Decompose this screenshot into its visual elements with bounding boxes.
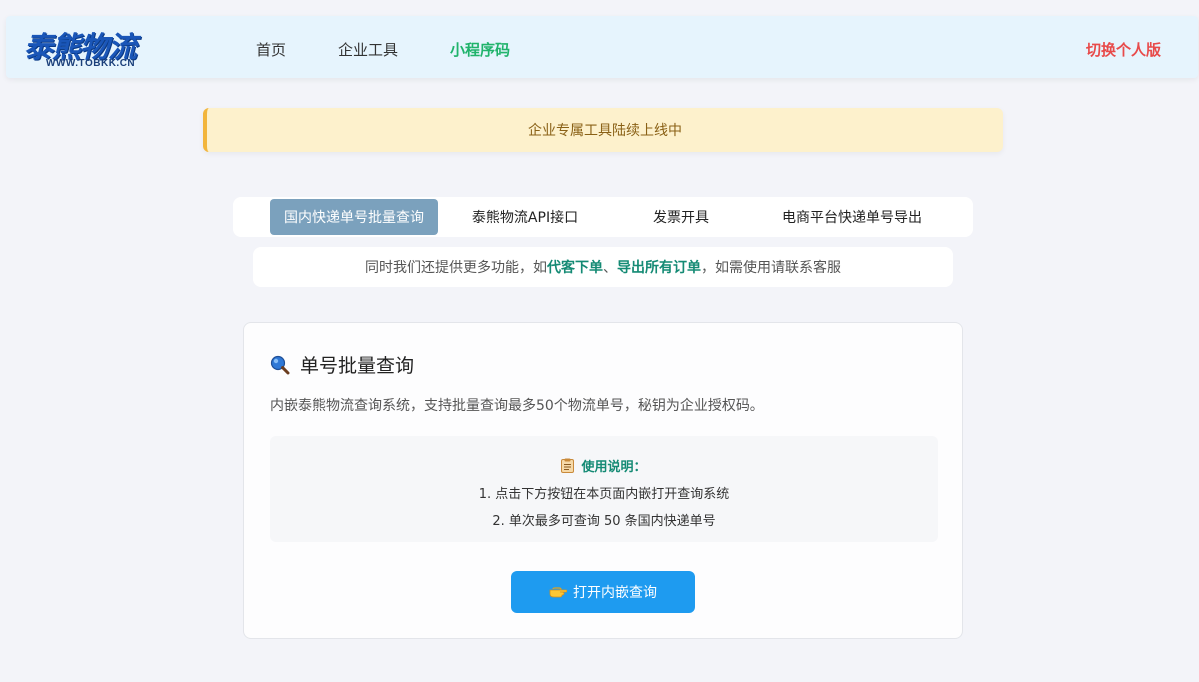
tab-ecommerce-export[interactable]: 电商平台快递单号导出 xyxy=(763,199,941,235)
open-embedded-query-label: 打开内嵌查询 xyxy=(573,585,657,601)
tab-bar: 国内快递单号批量查询 泰熊物流API接口 发票开具 电商平台快递单号导出 xyxy=(233,197,973,237)
info-suffix: ，如需使用请联系客服 xyxy=(701,260,841,276)
notice-banner: 企业专属工具陆续上线中 xyxy=(203,108,1003,152)
info-highlight-proxy-order: 代客下单 xyxy=(547,260,603,276)
tab-invoice[interactable]: 发票开具 xyxy=(626,199,736,235)
instruction-line-2: 2. 单次最多可查询 50 条国内快递单号 xyxy=(492,514,716,529)
instructions-title-text: 使用说明： xyxy=(581,460,647,475)
nav-item-home[interactable]: 首页 xyxy=(256,39,286,60)
card-title-text: 单号批量查询 xyxy=(300,355,415,377)
top-header: 泰熊物流 WWW.TOBKK.CN 首页 企业工具 小程序码 切换个人版 xyxy=(6,16,1198,78)
card-description: 内嵌泰熊物流查询系统，支持批量查询最多50个物流单号，秘钥为企业授权码。 xyxy=(270,398,764,414)
pointing-hand-icon xyxy=(549,584,568,600)
info-separator: 、 xyxy=(603,260,617,276)
nav-item-mini-program-code[interactable]: 小程序码 xyxy=(450,39,510,60)
nav-item-enterprise-tools[interactable]: 企业工具 xyxy=(338,39,398,60)
tab-batch-query[interactable]: 国内快递单号批量查询 xyxy=(270,199,438,235)
switch-personal-version-link[interactable]: 切换个人版 xyxy=(1086,39,1161,60)
instruction-line-1: 1. 点击下方按钮在本页面内嵌打开查询系统 xyxy=(478,487,730,502)
instructions-box: 使用说明： 1. 点击下方按钮在本页面内嵌打开查询系统 2. 单次最多可查询 5… xyxy=(270,436,938,542)
logo[interactable]: 泰熊物流 WWW.TOBKK.CN xyxy=(24,24,174,72)
clipboard-icon xyxy=(561,458,575,473)
notice-text: 企业专属工具陆续上线中 xyxy=(528,123,682,139)
instructions-title: 使用说明： xyxy=(270,456,938,475)
magnifier-icon xyxy=(270,355,290,375)
card-title: 单号批量查询 xyxy=(270,351,414,378)
open-embedded-query-button[interactable]: 打开内嵌查询 xyxy=(511,571,695,613)
feature-info-bar: 同时我们还提供更多功能，如 代客下单、导出所有订单 ，如需使用请联系客服 xyxy=(253,247,953,287)
info-highlight-export-orders: 导出所有订单 xyxy=(617,260,701,276)
tab-api[interactable]: 泰熊物流API接口 xyxy=(450,199,600,235)
logo-subtitle: WWW.TOBKK.CN xyxy=(46,58,136,69)
info-prefix: 同时我们还提供更多功能，如 xyxy=(365,260,547,276)
batch-query-card: 单号批量查询 内嵌泰熊物流查询系统，支持批量查询最多50个物流单号，秘钥为企业授… xyxy=(243,322,963,639)
